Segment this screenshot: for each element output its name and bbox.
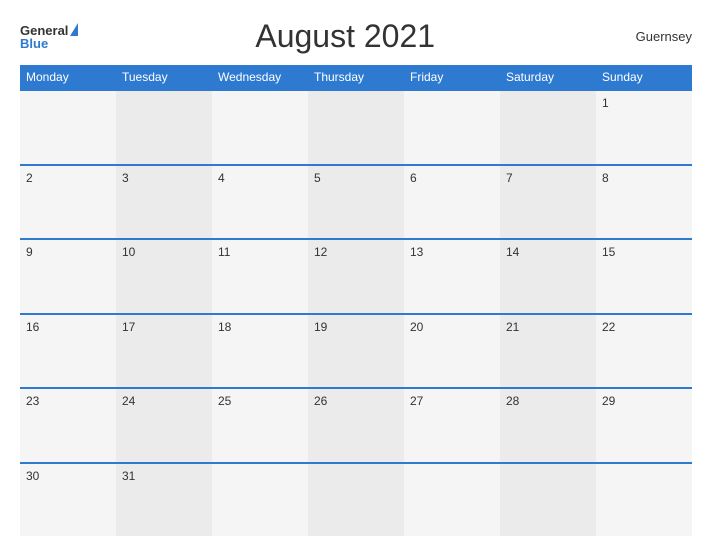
week-row-4: 23 24 25 26 27 28 29: [20, 387, 692, 462]
day-number: 10: [122, 245, 135, 259]
calendar-header: MondayTuesdayWednesdayThursdayFridaySatu…: [20, 65, 692, 89]
cal-cell: [308, 91, 404, 164]
logo-triangle-icon: [70, 23, 78, 36]
day-header-wednesday: Wednesday: [212, 65, 308, 89]
calendar-body: 1234567891011121314151617181920212223242…: [20, 89, 692, 536]
day-header-friday: Friday: [404, 65, 500, 89]
cal-cell: 10: [116, 240, 212, 313]
cal-cell: 7: [500, 166, 596, 239]
cal-cell: 27: [404, 389, 500, 462]
day-header-thursday: Thursday: [308, 65, 404, 89]
day-number: 21: [506, 320, 519, 334]
cal-cell: 4: [212, 166, 308, 239]
logo-general-text: General: [20, 24, 68, 37]
day-number: 19: [314, 320, 327, 334]
cal-cell: 31: [116, 464, 212, 537]
day-number: 3: [122, 171, 129, 185]
day-number: 27: [410, 394, 423, 408]
week-row-2: 9 10 11 12 13 14 15: [20, 238, 692, 313]
cal-cell: 20: [404, 315, 500, 388]
cal-cell: 29: [596, 389, 692, 462]
week-row-0: 1: [20, 89, 692, 164]
cal-cell: 8: [596, 166, 692, 239]
cal-cell: 23: [20, 389, 116, 462]
cal-cell: 22: [596, 315, 692, 388]
cal-cell: 9: [20, 240, 116, 313]
day-header-monday: Monday: [20, 65, 116, 89]
logo: General Blue: [20, 23, 78, 50]
day-number: 20: [410, 320, 423, 334]
day-number: 18: [218, 320, 231, 334]
logo-blue-text: Blue: [20, 37, 48, 50]
day-number: 11: [218, 245, 230, 259]
day-number: 30: [26, 469, 39, 483]
day-number: 8: [602, 171, 609, 185]
day-number: 4: [218, 171, 225, 185]
day-number: 12: [314, 245, 327, 259]
day-number: 1: [602, 96, 609, 110]
cal-cell: [116, 91, 212, 164]
cal-cell: 14: [500, 240, 596, 313]
cal-cell: [404, 91, 500, 164]
day-number: 17: [122, 320, 135, 334]
cal-cell: 6: [404, 166, 500, 239]
cal-cell: [500, 91, 596, 164]
day-number: 14: [506, 245, 519, 259]
cal-cell: 30: [20, 464, 116, 537]
cal-cell: 1: [596, 91, 692, 164]
week-row-3: 16 17 18 19 20 21 22: [20, 313, 692, 388]
cal-cell: 16: [20, 315, 116, 388]
cal-cell: 13: [404, 240, 500, 313]
cal-cell: 28: [500, 389, 596, 462]
cal-cell: [20, 91, 116, 164]
week-row-5: 30 31: [20, 462, 692, 537]
day-number: 5: [314, 171, 321, 185]
cal-cell: 2: [20, 166, 116, 239]
day-number: 6: [410, 171, 417, 185]
cal-cell: 21: [500, 315, 596, 388]
logo-row: General: [20, 23, 78, 37]
day-header-saturday: Saturday: [500, 65, 596, 89]
cal-cell: 25: [212, 389, 308, 462]
day-header-tuesday: Tuesday: [116, 65, 212, 89]
day-number: 22: [602, 320, 615, 334]
day-number: 24: [122, 394, 135, 408]
cal-cell: [404, 464, 500, 537]
header: General Blue August 2021 Guernsey: [20, 18, 692, 55]
cal-cell: 24: [116, 389, 212, 462]
day-number: 25: [218, 394, 231, 408]
cal-cell: [500, 464, 596, 537]
day-number: 15: [602, 245, 615, 259]
cal-cell: 26: [308, 389, 404, 462]
cal-cell: [596, 464, 692, 537]
cal-cell: 3: [116, 166, 212, 239]
page: General Blue August 2021 Guernsey Monday…: [0, 0, 712, 550]
day-number: 29: [602, 394, 615, 408]
cal-cell: 5: [308, 166, 404, 239]
cal-cell: 17: [116, 315, 212, 388]
day-number: 13: [410, 245, 423, 259]
day-header-sunday: Sunday: [596, 65, 692, 89]
day-number: 26: [314, 394, 327, 408]
cal-cell: 18: [212, 315, 308, 388]
week-row-1: 2 3 4 5 6 7 8: [20, 164, 692, 239]
day-number: 2: [26, 171, 33, 185]
day-number: 16: [26, 320, 39, 334]
day-number: 31: [122, 469, 135, 483]
day-number: 7: [506, 171, 513, 185]
day-number: 28: [506, 394, 519, 408]
cal-cell: [308, 464, 404, 537]
calendar: MondayTuesdayWednesdayThursdayFridaySatu…: [20, 65, 692, 536]
day-number: 9: [26, 245, 33, 259]
day-number: 23: [26, 394, 39, 408]
cal-cell: 12: [308, 240, 404, 313]
cal-cell: 19: [308, 315, 404, 388]
cal-cell: 11: [212, 240, 308, 313]
cal-cell: 15: [596, 240, 692, 313]
month-title: August 2021: [78, 18, 612, 55]
cal-cell: [212, 464, 308, 537]
region-label: Guernsey: [612, 29, 692, 44]
logo-text: General Blue: [20, 23, 78, 50]
cal-cell: [212, 91, 308, 164]
